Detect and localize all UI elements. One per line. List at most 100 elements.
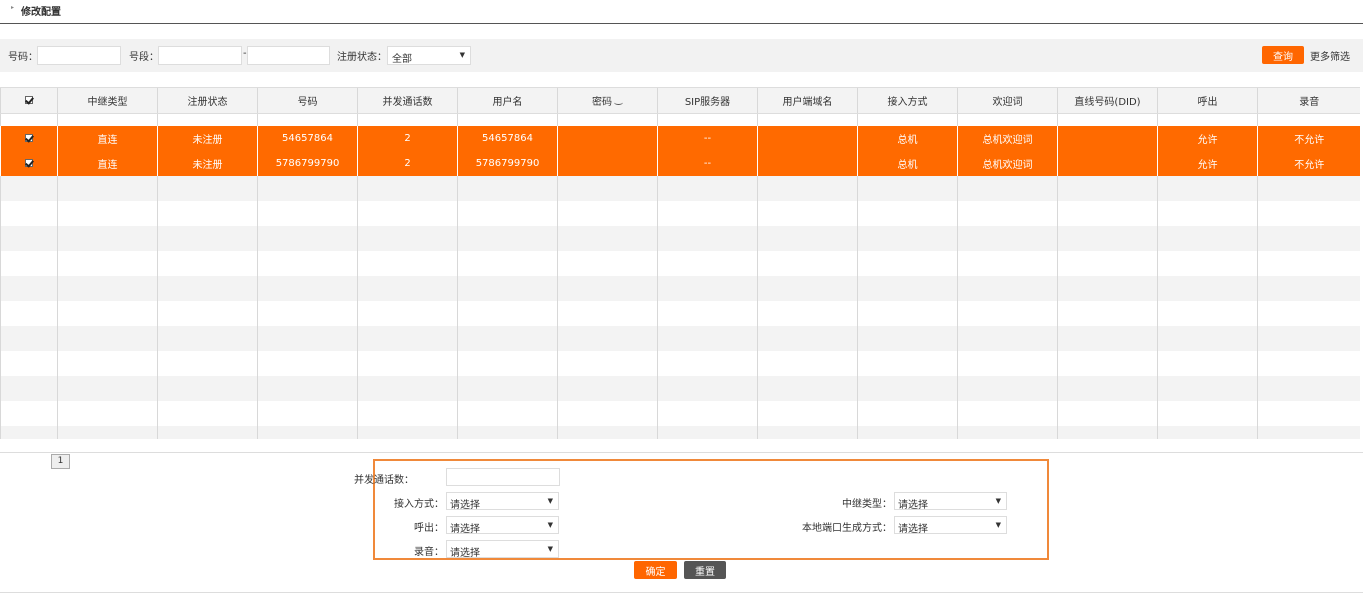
reg-status-select[interactable]: 全部 ▼: [387, 46, 471, 65]
cell-client-domain: [757, 150, 858, 176]
cell-welcome: 总机欢迎词: [957, 125, 1058, 151]
empty-cell: [1057, 225, 1158, 251]
concurrent-input[interactable]: [446, 468, 560, 486]
empty-cell: [757, 175, 858, 201]
empty-cell: [557, 425, 658, 439]
table-row[interactable]: 直连 未注册 5786799790 2 5786799790 -- 总机 总机欢…: [0, 150, 1360, 176]
chevron-down-icon: ▼: [547, 521, 553, 529]
row-checkbox[interactable]: [25, 158, 33, 167]
empty-cell: [657, 275, 758, 301]
local-port-select[interactable]: 请选择 ▼: [894, 516, 1007, 535]
empty-cell: [57, 300, 158, 326]
empty-cell: [257, 200, 358, 226]
chevron-down-icon: ▼: [547, 497, 553, 505]
empty-cell: [557, 300, 658, 326]
empty-cell: [657, 350, 758, 376]
empty-cell: [557, 400, 658, 426]
empty-cell: [0, 300, 58, 326]
reset-button[interactable]: 重置: [684, 561, 726, 579]
empty-cell: [1257, 200, 1360, 226]
empty-cell: [857, 200, 958, 226]
empty-cell: [257, 350, 358, 376]
header-password-label: 密码: [592, 97, 612, 108]
header-record: 录音: [1257, 87, 1360, 114]
local-port-label: 本地端口生成方式：: [802, 523, 892, 534]
more-filter-link[interactable]: 更多筛选: [1310, 48, 1350, 63]
access-mode-select[interactable]: 请选择 ▼: [446, 492, 559, 511]
query-button[interactable]: 查询: [1262, 46, 1304, 64]
row-checkbox-cell[interactable]: [0, 125, 58, 151]
header-number: 号码: [257, 87, 358, 114]
outbound-select[interactable]: 请选择 ▼: [446, 516, 559, 535]
empty-cell: [1157, 175, 1258, 201]
confirm-button[interactable]: 确定: [634, 561, 677, 579]
empty-cell: [0, 250, 58, 276]
empty-cell: [857, 325, 958, 351]
header-username: 用户名: [457, 87, 558, 114]
row-checkbox-cell[interactable]: [0, 150, 58, 176]
empty-cell: [1157, 225, 1258, 251]
title-bar: ▸ 修改配置: [0, 0, 1363, 24]
record-label: 录音：: [414, 547, 444, 558]
header-select-all[interactable]: [0, 87, 58, 114]
empty-cell: [857, 275, 958, 301]
reg-status-label: 注册状态：: [337, 52, 387, 63]
cell-sip-server: --: [657, 150, 758, 176]
empty-table-row: [0, 300, 1360, 326]
trunk-type-label: 中继类型：: [842, 499, 892, 510]
cell-concurrent: 2: [357, 125, 458, 151]
empty-cell: [357, 375, 458, 401]
cell-password: [557, 150, 658, 176]
segment-from-input[interactable]: [158, 46, 242, 65]
pagination-page[interactable]: 1: [51, 454, 70, 469]
empty-cell: [157, 425, 258, 439]
empty-cell: [0, 200, 58, 226]
empty-cell: [757, 425, 858, 439]
empty-cell: [257, 300, 358, 326]
empty-cell: [757, 375, 858, 401]
record-select[interactable]: 请选择 ▼: [446, 540, 559, 559]
outbound-value: 请选择: [450, 524, 480, 535]
empty-cell: [257, 425, 358, 439]
empty-cell: [1057, 375, 1158, 401]
empty-cell: [57, 400, 158, 426]
empty-cell: [1257, 350, 1360, 376]
empty-cell: [657, 225, 758, 251]
empty-cell: [457, 375, 558, 401]
empty-cell: [857, 250, 958, 276]
row-checkbox[interactable]: [25, 133, 33, 142]
edit-section: 1 并发通话数： 接入方式： 请选择 ▼ 中继类型： 请选择 ▼ 呼出： 请选择…: [0, 452, 1363, 593]
segment-to-input[interactable]: [247, 46, 330, 65]
eye-closed-icon[interactable]: [614, 100, 623, 105]
empty-cell: [357, 300, 458, 326]
empty-cell: [257, 325, 358, 351]
empty-cell: [857, 375, 958, 401]
empty-cell: [157, 400, 258, 426]
number-input[interactable]: [37, 46, 121, 65]
empty-cell: [557, 375, 658, 401]
empty-cell: [157, 200, 258, 226]
empty-cell: [557, 325, 658, 351]
empty-cell: [0, 350, 58, 376]
empty-cell: [357, 175, 458, 201]
empty-cell: [57, 175, 158, 201]
select-all-checkbox[interactable]: [25, 96, 33, 104]
empty-cell: [457, 425, 558, 439]
empty-cell: [457, 200, 558, 226]
empty-table-row: [0, 350, 1360, 376]
access-mode-value: 请选择: [450, 500, 480, 511]
empty-cell: [0, 275, 58, 301]
empty-cell: [757, 200, 858, 226]
table-row[interactable]: 直连 未注册 54657864 2 54657864 -- 总机 总机欢迎词 允…: [0, 125, 1360, 151]
cell-reg-status: 未注册: [157, 150, 258, 176]
filter-bar: 号码： 号段： - 注册状态： 全部 ▼ 查询 更多筛选: [0, 39, 1363, 72]
empty-cell: [157, 225, 258, 251]
record-value: 请选择: [450, 548, 480, 559]
empty-cell: [357, 225, 458, 251]
empty-cell: [157, 275, 258, 301]
empty-cell: [657, 200, 758, 226]
trunk-type-select[interactable]: 请选择 ▼: [894, 492, 1007, 511]
empty-cell: [0, 375, 58, 401]
empty-cell: [57, 250, 158, 276]
empty-cell: [157, 250, 258, 276]
